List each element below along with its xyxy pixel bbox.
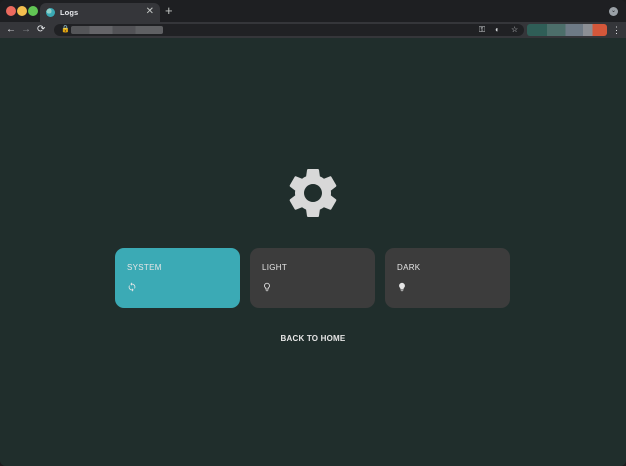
gear-icon (289, 169, 337, 217)
back-to-home-link[interactable]: BACK TO HOME (0, 334, 626, 343)
app-favicon-icon (46, 8, 55, 17)
tab-logs[interactable]: Logs ✕ (40, 3, 160, 22)
browser-window: Logs ✕ + ⌄ ← → ⟳ 🔒 ⚿ ◐ ☆ ⋮ SYSTEM LIGHT … (0, 0, 626, 466)
tab-strip: Logs ✕ + ⌄ (0, 0, 626, 22)
forward-button[interactable]: → (21, 23, 31, 37)
new-tab-button[interactable]: + (165, 4, 173, 18)
page-content: SYSTEM LIGHT DARK BACK TO HOME (0, 38, 626, 466)
bookmark-star-icon[interactable]: ☆ (511, 25, 518, 35)
reload-button[interactable]: ⟳ (37, 23, 45, 37)
browser-toolbar: ← → ⟳ 🔒 ⚿ ◐ ☆ ⋮ (0, 22, 626, 38)
theme-option-label: SYSTEM (127, 263, 162, 272)
back-button[interactable]: ← (6, 23, 16, 37)
theme-option-dark[interactable]: DARK (385, 248, 510, 308)
theme-option-label: LIGHT (262, 263, 288, 272)
maximize-window-button[interactable] (28, 6, 38, 16)
tab-close-icon[interactable]: ✕ (146, 6, 154, 18)
lightbulb-outline-icon (264, 282, 270, 292)
lock-icon[interactable]: 🔒 (61, 25, 70, 35)
tab-title: Logs (60, 8, 79, 17)
minimize-window-button[interactable] (17, 6, 27, 16)
close-window-button[interactable] (6, 6, 16, 16)
address-bar[interactable]: 🔒 ⚿ ◐ ☆ (54, 24, 524, 36)
theme-option-system[interactable]: SYSTEM (115, 248, 240, 308)
key-icon[interactable]: ⚿ (479, 25, 485, 35)
theme-option-light[interactable]: LIGHT (250, 248, 375, 308)
sync-icon (128, 282, 136, 292)
lightbulb-filled-icon (399, 282, 405, 292)
browser-menu-icon[interactable]: ⋮ (612, 24, 621, 36)
url-text-redacted (71, 26, 163, 34)
lens-icon[interactable]: ◐ (495, 25, 500, 35)
extensions-redacted[interactable] (527, 24, 607, 36)
theme-option-label: DARK (397, 263, 421, 272)
tab-search-button[interactable]: ⌄ (609, 7, 618, 16)
